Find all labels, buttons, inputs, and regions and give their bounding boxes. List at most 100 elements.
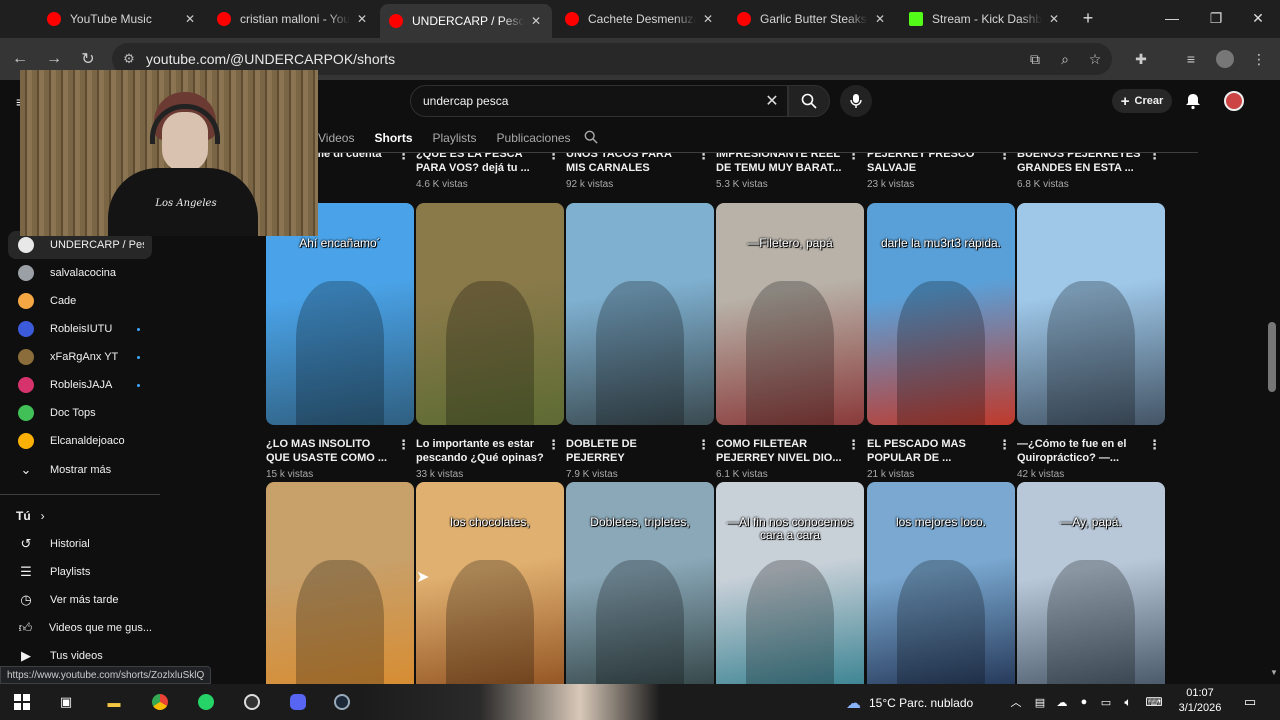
keyboard-icon[interactable]: ⌨ [1144, 692, 1164, 712]
short-title[interactable]: PEJERREY FRESCO SALVAJE [867, 153, 995, 175]
voice-search-button[interactable] [840, 85, 872, 117]
sidebar-item[interactable]: ☰ Playlists [8, 558, 152, 586]
short-thumbnail[interactable]: —Al fin nos conocemos cara a cara [716, 482, 864, 684]
browser-tab[interactable]: cristian malloni - YouTube ✕ [208, 6, 378, 32]
channel-search-icon[interactable] [584, 130, 598, 144]
short-thumbnail[interactable] [266, 482, 414, 684]
tab-publicaciones[interactable]: Publicaciones [497, 131, 571, 145]
short-title[interactable]: IMPRESIONANTE REEL DE TEMU MUY BARAT... [716, 153, 844, 175]
tab-close-icon[interactable]: ✕ [1046, 12, 1062, 26]
more-options-icon[interactable]: ⋮ [397, 437, 410, 453]
chrome-icon[interactable] [150, 692, 170, 712]
short-meta[interactable]: Lo importante es estar pescando ¿Qué opi… [416, 437, 562, 483]
short-title[interactable]: Lo importante es estar pescando ¿Qué opi… [416, 437, 544, 465]
windows-start-icon[interactable] [12, 692, 32, 712]
short-meta[interactable]: IMPRESIONANTE REEL DE TEMU MUY BARAT... 5… [716, 153, 862, 193]
short-thumbnail[interactable] [566, 203, 714, 425]
short-title[interactable]: COMO FILETEAR PEJERREY NIVEL DIO... [716, 437, 844, 465]
more-options-icon[interactable]: ⋮ [547, 437, 560, 453]
sidebar-item[interactable]: ◷ Ver más tarde [8, 586, 152, 614]
scroll-down-icon[interactable]: ▼ [1270, 668, 1278, 677]
short-meta[interactable]: BUENOS PEJERREYES GRANDES EN ESTA ... 6.8… [1017, 153, 1163, 193]
tray-app-icon[interactable]: ▤ [1030, 692, 1050, 712]
system-clock[interactable]: 01:07 3/1/2026 [1176, 686, 1224, 716]
profile-avatar-icon[interactable] [1216, 50, 1234, 68]
browser-tab[interactable]: Stream - Kick Dashboard ✕ [900, 6, 1070, 32]
task-view-icon[interactable]: ▣ [56, 692, 76, 712]
sidebar-channel-item[interactable]: salvalacocina [8, 259, 152, 287]
onedrive-icon[interactable]: ☁ [1052, 692, 1072, 712]
short-thumbnail[interactable] [416, 203, 564, 425]
more-options-icon[interactable]: ⋮ [998, 437, 1011, 453]
steam-icon[interactable] [332, 692, 352, 712]
clear-search-icon[interactable]: ✕ [757, 91, 787, 111]
sidebar-channel-item[interactable]: Doc Tops [8, 399, 152, 427]
short-meta[interactable]: EL PESCADO MAS POPULAR DE ... 21 k vistas… [867, 437, 1013, 483]
short-meta[interactable]: PEJERREY FRESCO SALVAJE 23 k vistas ⋮ [867, 153, 1013, 193]
create-button[interactable]: + Crear [1112, 89, 1172, 113]
sidebar-item[interactable]: 👍︎ Videos que me gus... [8, 614, 152, 642]
short-title[interactable]: BUENOS PEJERREYES GRANDES EN ESTA ... [1017, 153, 1145, 175]
browser-tab[interactable]: Garlic Butter Steaks and ✕ [728, 6, 896, 32]
more-options-icon[interactable]: ⋮ [1148, 153, 1161, 163]
notification-center-icon[interactable]: ▭ [1240, 692, 1260, 712]
short-meta[interactable]: —¿Cómo te fue en el Quiropráctico? —... 4… [1017, 437, 1163, 483]
network-icon[interactable]: ▭ [1096, 692, 1116, 712]
tab-videos[interactable]: Videos [318, 131, 354, 145]
tab-close-icon[interactable]: ✕ [872, 12, 888, 26]
sidebar-channel-item[interactable]: xFaRgAnx YT [8, 343, 152, 371]
tab-close-icon[interactable]: ✕ [700, 12, 716, 26]
tray-expand-icon[interactable]: ︿ [1006, 692, 1026, 712]
search-box[interactable]: undercap pesca ✕ [410, 85, 788, 117]
more-options-icon[interactable]: ⋮ [998, 153, 1011, 163]
whatsapp-icon[interactable] [196, 692, 216, 712]
zoom-icon[interactable]: ⌕ [1056, 50, 1074, 68]
obs-icon[interactable] [242, 692, 262, 712]
browser-tab[interactable]: Cachete Desmenuzado ✕ [556, 6, 724, 32]
sidebar-channel-item[interactable]: Cade [8, 287, 152, 315]
more-options-icon[interactable]: ⋮ [847, 153, 860, 163]
short-thumbnail[interactable]: Dobletes, tripletes, [566, 482, 714, 684]
file-explorer-icon[interactable]: ▬ [104, 692, 124, 712]
media-controls-icon[interactable]: ≡ [1182, 50, 1200, 68]
tab-shorts[interactable]: Shorts [374, 131, 412, 145]
short-title[interactable]: ¿LO MAS INSOLITO QUE USASTE COMO ... [266, 437, 394, 465]
short-meta[interactable]: UNOS TACOS PARA MIS CARNALES 92 k vistas ⋮ [566, 153, 712, 193]
short-thumbnail[interactable]: los mejores loco. [867, 482, 1015, 684]
tab-close-icon[interactable]: ✕ [354, 12, 370, 26]
short-thumbnail[interactable]: los chocolates, [416, 482, 564, 684]
window-close-icon[interactable]: ✕ [1248, 8, 1268, 28]
short-thumbnail[interactable]: —Ay, papá. [1017, 482, 1165, 684]
tray-mic-icon[interactable]: ● [1074, 692, 1094, 712]
short-meta[interactable]: ¿LO MAS INSOLITO QUE USASTE COMO ... 15 k… [266, 437, 412, 483]
short-meta[interactable]: DOBLETE DE PEJERREY ENCAÑANDO COMO ... 7.… [566, 437, 712, 483]
reload-icon[interactable]: ↻ [78, 49, 98, 69]
site-info-icon[interactable]: ⚙ [112, 51, 146, 67]
account-avatar[interactable] [1224, 91, 1244, 111]
short-thumbnail[interactable] [1017, 203, 1165, 425]
short-meta[interactable]: COMO FILETEAR PEJERREY NIVEL DIO... 6.1 K… [716, 437, 862, 483]
more-options-icon[interactable]: ⋮ [1148, 437, 1161, 453]
show-more-button[interactable]: ⌄ Mostrar más [8, 456, 152, 484]
short-title[interactable]: EL PESCADO MAS POPULAR DE ... [867, 437, 995, 465]
back-icon[interactable]: ← [10, 49, 30, 69]
forward-icon[interactable]: → [44, 49, 64, 69]
tab-close-icon[interactable]: ✕ [182, 12, 198, 26]
search-input[interactable]: undercap pesca [423, 94, 757, 108]
more-options-icon[interactable]: ⋮ [847, 437, 860, 453]
notifications-bell-icon[interactable] [1184, 92, 1202, 110]
tab-close-icon[interactable]: ✕ [528, 14, 544, 28]
volume-icon[interactable]: 🔈︎ [1118, 692, 1138, 712]
you-section-header[interactable]: Tú › [8, 502, 152, 530]
tab-playlists[interactable]: Playlists [433, 131, 477, 145]
weather-widget[interactable]: ☁ 15°C Parc. nublado [846, 693, 973, 713]
discord-icon[interactable] [288, 692, 308, 712]
short-title[interactable]: ¿QUE ES LA PESCA PARA VOS? dejá tu ... [416, 153, 544, 175]
browser-menu-icon[interactable]: ⋮ [1250, 50, 1268, 68]
browser-tab[interactable]: UNDERCARP / Pesca ✕ [380, 4, 552, 38]
sidebar-channel-item[interactable]: Elcanaldejoaco [8, 427, 152, 455]
scrollbar-thumb[interactable] [1268, 322, 1276, 392]
short-thumbnail[interactable]: darle la mu3rt3 rápida. [867, 203, 1015, 425]
short-title[interactable]: —¿Cómo te fue en el Quiropráctico? —... [1017, 437, 1145, 465]
short-thumbnail[interactable]: Ahí encañamo´ [266, 203, 414, 425]
